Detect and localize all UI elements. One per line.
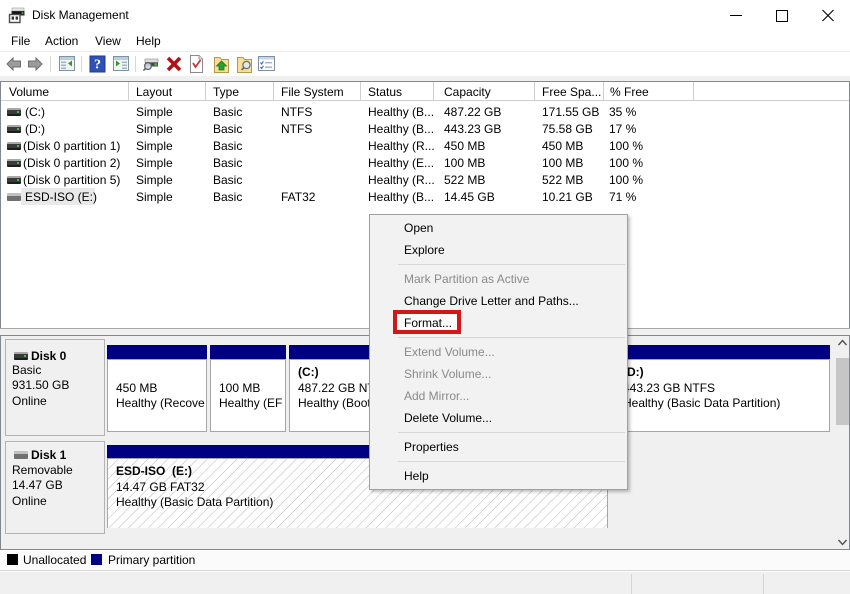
svg-text:?: ? (94, 58, 101, 73)
